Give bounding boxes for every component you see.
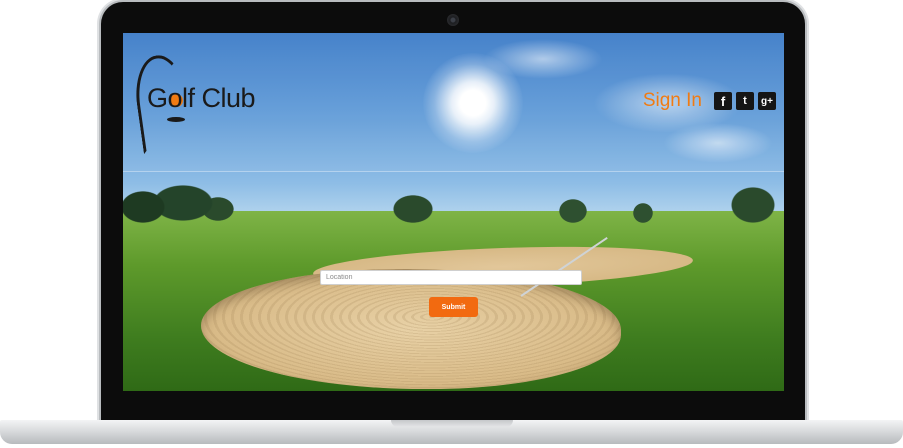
tee-icon — [167, 117, 185, 122]
facebook-icon[interactable]: f — [714, 92, 732, 110]
logo-text: Golf Club — [147, 83, 256, 113]
treeline-background — [123, 173, 784, 223]
laptop-notch — [391, 420, 513, 427]
sign-in-link[interactable]: Sign In — [643, 90, 702, 112]
golf-club-logo[interactable]: Golf Club — [130, 51, 283, 155]
header-actions: Sign In f t g+ — [643, 90, 776, 112]
twitter-icon[interactable]: t — [736, 92, 754, 110]
submit-button[interactable]: Submit — [429, 297, 478, 317]
google-plus-icon[interactable]: g+ — [758, 92, 776, 110]
website-screen: Golf Club Sign In f t g+ Submit — [123, 33, 784, 391]
webcam-icon — [447, 14, 459, 26]
laptop-base — [0, 420, 903, 444]
location-input[interactable] — [320, 270, 582, 285]
